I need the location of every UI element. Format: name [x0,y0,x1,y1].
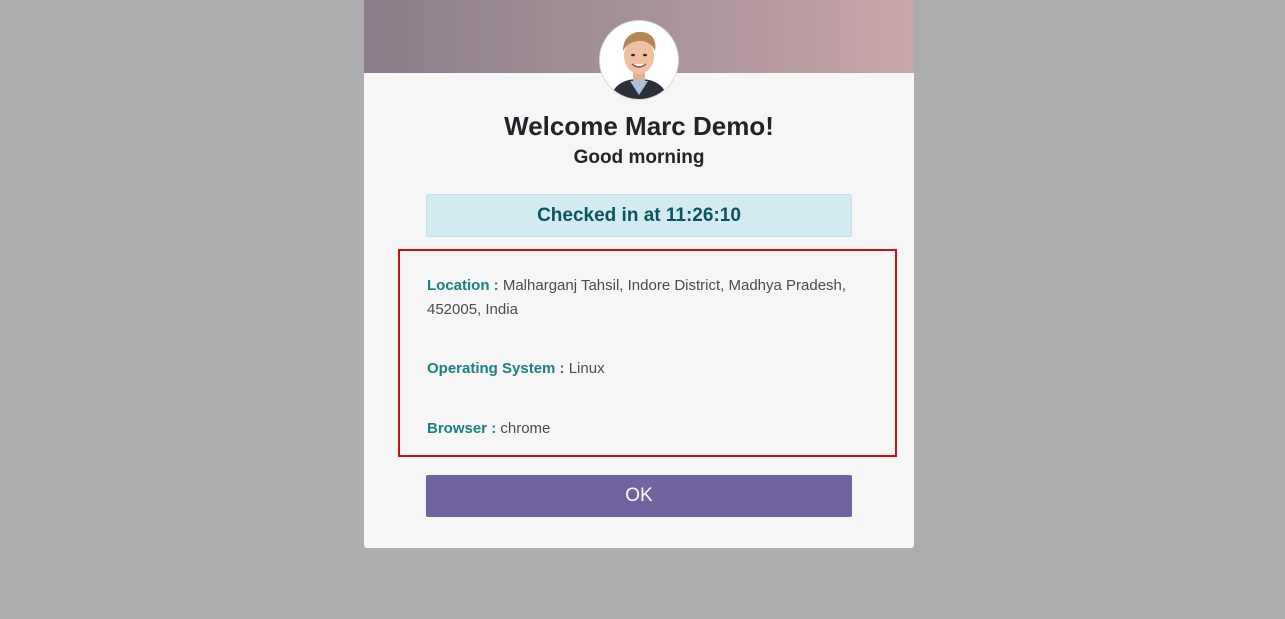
user-avatar-icon [600,21,678,99]
user-avatar [599,20,679,100]
operating-system-row: Operating System : Linux [427,357,847,381]
attendance-dialog: Welcome Marc Demo! Good morning Checked … [364,0,914,548]
browser-row: Browser : chrome [427,417,847,441]
location-label: Location : [427,277,499,294]
ok-button[interactable]: OK [426,475,852,517]
operating-system-label: Operating System : [427,360,565,377]
location-row: Location : Malharganj Tahsil, Indore Dis… [427,274,847,322]
operating-system-value: Linux [568,360,605,377]
browser-value: chrome [500,420,551,437]
checked-in-alert: Checked in at 11:26:10 [426,194,852,237]
greeting-text: Good morning [573,147,705,168]
checkin-info-box: Location : Malharganj Tahsil, Indore Dis… [398,249,897,457]
welcome-heading: Welcome Marc Demo! [504,111,774,141]
browser-label: Browser : [427,420,497,437]
